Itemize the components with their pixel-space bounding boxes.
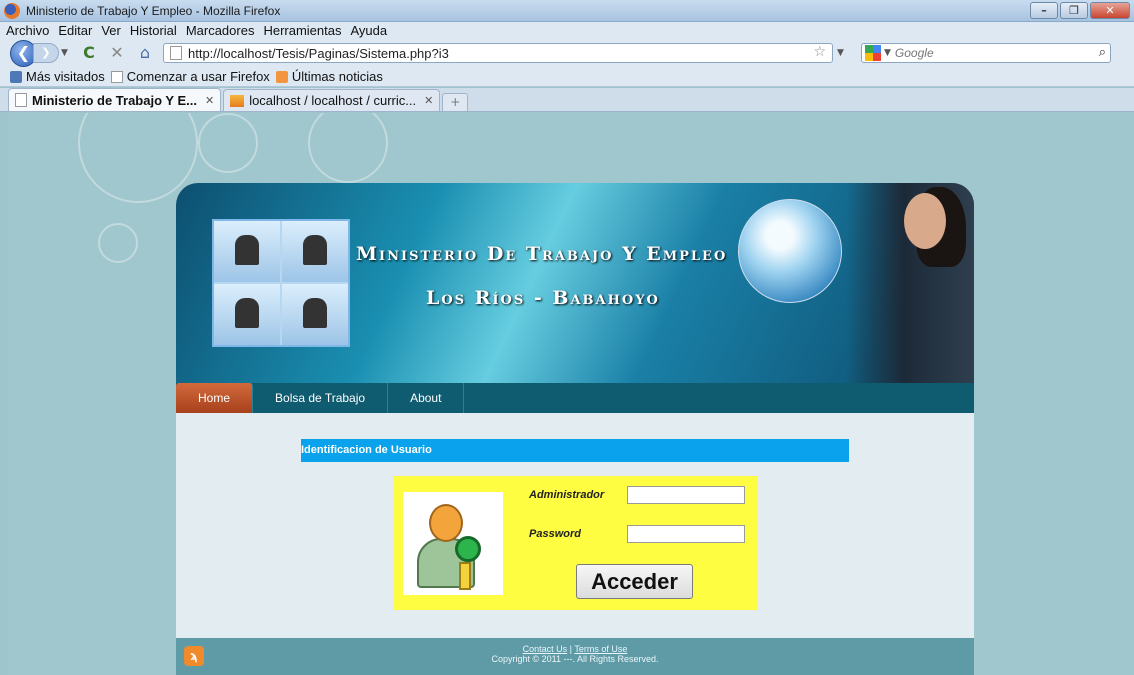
page-favicon-icon — [170, 46, 182, 60]
page-icon — [15, 93, 27, 107]
decorative-circle — [98, 223, 138, 263]
bookmarks-toolbar: Más visitados Comenzar a usar Firefox Úl… — [0, 67, 1134, 87]
bookmark-comenzar-firefox[interactable]: Comenzar a usar Firefox — [110, 69, 270, 84]
globe-image — [738, 199, 842, 303]
menu-archivo[interactable]: Archivo — [6, 23, 49, 38]
copyright-text: Copyright © 2011 ---. All Rights Reserve… — [491, 654, 659, 664]
site-subtitle: Los Ríos - Babahoyo — [426, 287, 660, 309]
footer-separator: | — [569, 644, 573, 654]
page-icon — [110, 70, 123, 83]
key-ring — [455, 536, 481, 562]
tab-phpmyadmin[interactable]: localhost / localhost / curric... ✕ — [223, 89, 441, 111]
bookmark-label: Más visitados — [26, 69, 105, 84]
reload-icon[interactable]: C — [79, 43, 99, 63]
firefox-logo-icon — [4, 2, 20, 19]
minimize-button[interactable]: – — [1030, 2, 1058, 19]
menu-bar: Archivo Editar Ver Historial Marcadores … — [0, 22, 1134, 39]
home-icon[interactable]: ⌂ — [135, 43, 155, 63]
photo — [282, 284, 348, 345]
search-icon[interactable]: ⌕ — [1099, 45, 1106, 60]
photo — [282, 221, 348, 282]
decorative-circle — [308, 113, 388, 183]
site-title: Ministerio De Trabajo Y Empleo — [356, 243, 728, 265]
window-controls: – ❐ ✕ — [1028, 2, 1130, 19]
nav-bolsa-de-trabajo[interactable]: Bolsa de Trabajo — [253, 383, 389, 413]
close-window-button[interactable]: ✕ — [1090, 2, 1130, 19]
operator-face — [904, 193, 946, 249]
rss-icon — [275, 70, 288, 83]
history-dropdown-icon[interactable]: ▼ — [61, 48, 71, 58]
user-key-icon — [403, 492, 503, 595]
tab-strip: Ministerio de Trabajo Y E... ✕ localhost… — [0, 88, 1134, 112]
url-text[interactable]: http://localhost/Tesis/Paginas/Sistema.p… — [188, 46, 449, 61]
tab-label: localhost / localhost / curric... — [249, 93, 417, 108]
search-placeholder[interactable]: Google — [895, 46, 934, 60]
photo — [214, 284, 280, 345]
url-dropdown-icon[interactable]: ▼ — [837, 48, 847, 58]
menu-editar[interactable]: Editar — [58, 23, 92, 38]
menu-historial[interactable]: Historial — [130, 23, 177, 38]
site-header: Ministerio De Trabajo Y Empleo Los Ríos … — [176, 183, 974, 383]
most-visited-icon — [10, 70, 22, 83]
menu-ayuda[interactable]: Ayuda — [350, 23, 387, 38]
contact-us-link[interactable]: Contact Us — [523, 644, 568, 654]
page-viewport: Ministerio De Trabajo Y Empleo Los Ríos … — [8, 113, 1134, 675]
bookmark-label: Comenzar a usar Firefox — [126, 69, 270, 84]
search-box[interactable]: ▼ Google ⌕ — [861, 43, 1111, 63]
search-engine-dropdown-icon[interactable]: ▼ — [884, 48, 891, 58]
bookmark-label: Últimas noticias — [291, 69, 383, 84]
menu-marcadores[interactable]: Marcadores — [186, 23, 255, 38]
bookmark-mas-visitados[interactable]: Más visitados — [10, 69, 105, 84]
site-footer: ϡ Contact Us | Terms of Use Copyright © … — [176, 638, 974, 675]
phpmyadmin-icon — [230, 94, 245, 107]
password-input[interactable] — [627, 525, 745, 543]
username-label: Administrador — [529, 489, 605, 501]
rss-feed-icon[interactable]: ϡ — [184, 646, 204, 666]
bookmark-ultimas-noticias[interactable]: Últimas noticias — [275, 69, 383, 84]
close-tab-icon[interactable]: ✕ — [205, 94, 214, 107]
bookmark-star-icon[interactable]: ☆ — [813, 44, 826, 60]
new-tab-button[interactable]: + — [442, 93, 469, 111]
tab-ministerio[interactable]: Ministerio de Trabajo Y E... ✕ — [8, 88, 222, 111]
avatar-head — [429, 504, 463, 542]
maximize-button[interactable]: ❐ — [1060, 2, 1088, 19]
google-icon[interactable] — [865, 45, 881, 61]
close-tab-icon[interactable]: ✕ — [424, 94, 433, 107]
window-titlebar: Ministerio de Trabajo Y Empleo - Mozilla… — [0, 0, 1134, 22]
nav-home[interactable]: Home — [176, 383, 254, 413]
login-form-title: Identificacion de Usuario — [301, 439, 849, 462]
tab-label: Ministerio de Trabajo Y E... — [32, 92, 197, 108]
password-label: Password — [529, 528, 581, 540]
url-bar[interactable]: http://localhost/Tesis/Paginas/Sistema.p… — [163, 43, 833, 63]
menu-ver[interactable]: Ver — [101, 23, 121, 38]
menu-herramientas[interactable]: Herramientas — [263, 23, 341, 38]
nav-about[interactable]: About — [388, 383, 465, 413]
site-nav: Home Bolsa de Trabajo About — [176, 383, 974, 413]
window-title: Ministerio de Trabajo Y Empleo - Mozilla… — [26, 3, 281, 18]
photo — [214, 221, 280, 282]
decorative-circle — [198, 113, 258, 173]
terms-of-use-link[interactable]: Terms of Use — [574, 644, 627, 654]
username-input[interactable] — [627, 486, 745, 504]
forward-button[interactable]: ❯ — [33, 43, 59, 63]
site-container: Ministerio De Trabajo Y Empleo Los Ríos … — [176, 183, 974, 675]
key-blade — [459, 562, 471, 590]
navigation-toolbar: ❮ ❯ ▼ C ✕ ⌂ http://localhost/Tesis/Pagin… — [0, 39, 1134, 67]
header-photo-collage — [212, 219, 350, 347]
acceder-button[interactable]: Acceder — [576, 564, 693, 599]
footer-links: Contact Us | Terms of Use — [176, 644, 974, 654]
stop-icon[interactable]: ✕ — [107, 43, 127, 63]
login-box: Administrador Password Acceder — [393, 476, 757, 610]
